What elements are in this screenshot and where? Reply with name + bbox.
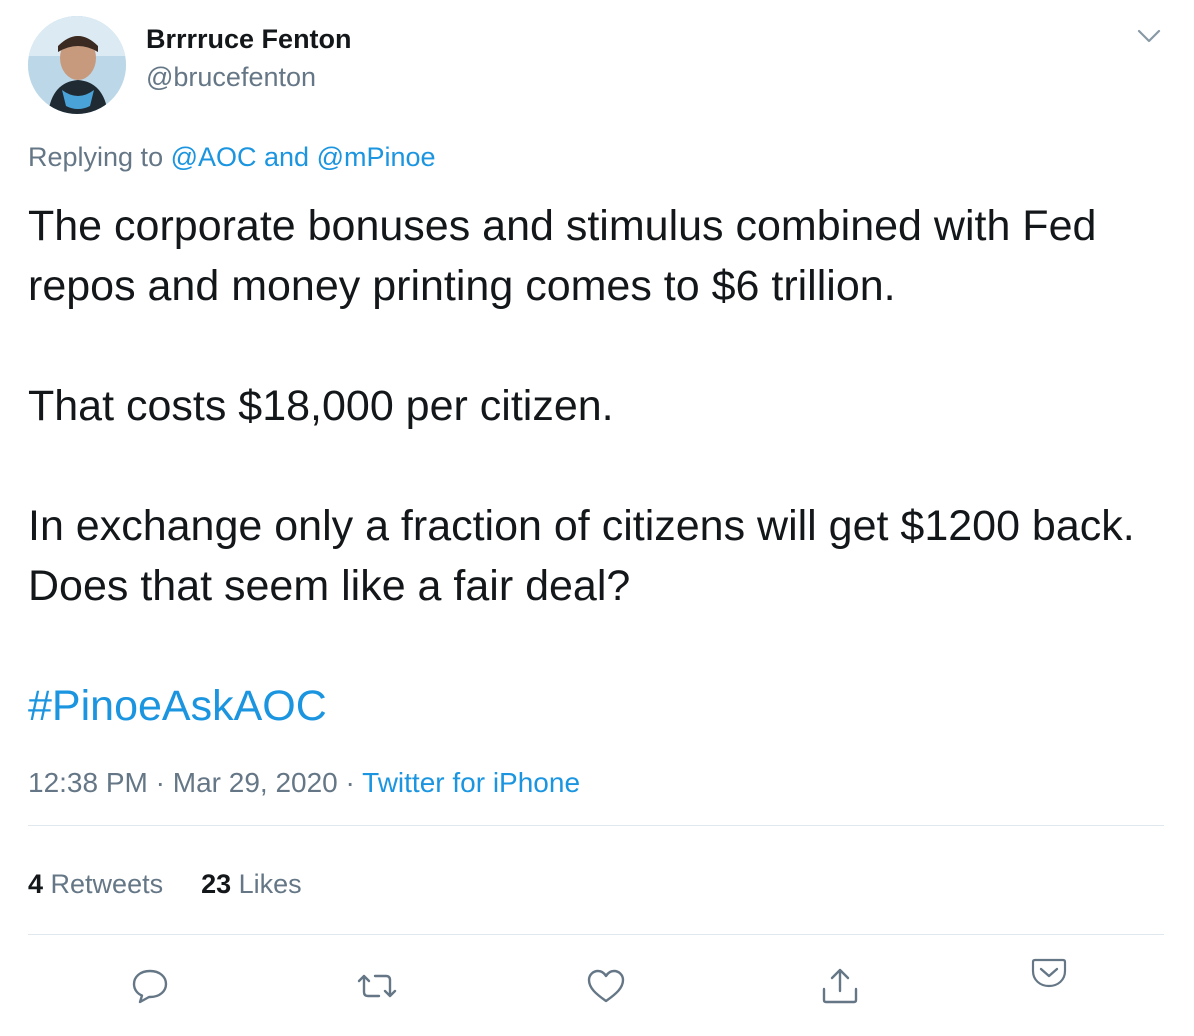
tweet-text: The corporate bonuses and stimulus combi… (28, 196, 1158, 796)
reply-button[interactable] (128, 964, 172, 1008)
author-name[interactable]: Brrrruce Fenton (146, 24, 352, 55)
likes-count: 23 (201, 869, 232, 899)
mention-mpinoe[interactable]: @mPinoe (317, 142, 436, 172)
retweet-icon (357, 974, 397, 998)
likes-stat[interactable]: 23 Likes (201, 869, 302, 899)
mention-aoc[interactable]: @AOC (171, 142, 257, 172)
author-handle[interactable]: @brucefenton (146, 62, 316, 93)
pocket-icon (1031, 958, 1067, 988)
replying-prefix: Replying to (28, 142, 171, 172)
replying-to: Replying to @AOC and @mPinoe (28, 142, 436, 173)
tweet-stats: 4 Retweets 23 Likes (28, 869, 340, 900)
tweet-source-link[interactable]: Twitter for iPhone (362, 767, 580, 798)
avatar-image (28, 16, 126, 114)
meta-separator: · (147, 767, 173, 798)
share-icon (822, 968, 858, 1004)
retweet-button[interactable] (355, 964, 399, 1008)
retweets-stat[interactable]: 4 Retweets (28, 869, 163, 899)
chevron-down-icon[interactable] (1134, 24, 1164, 48)
hashtag-link[interactable]: #PinoeAskAOC (28, 682, 327, 730)
replying-conjunction: and (256, 142, 317, 172)
like-button[interactable] (584, 964, 628, 1008)
tweet-card: Brrrruce Fenton @brucefenton Replying to… (0, 0, 1194, 1036)
divider (28, 825, 1164, 826)
tweet-paragraph: That costs $18,000 per citizen. (28, 382, 614, 430)
tweet-paragraph: The corporate bonuses and stimulus combi… (28, 202, 1109, 310)
share-button[interactable] (818, 964, 862, 1008)
reply-icon (132, 969, 168, 1004)
heart-icon (587, 969, 625, 1003)
tweet-paragraph: In exchange only a fraction of citizens … (28, 502, 1159, 610)
divider (28, 934, 1164, 935)
retweets-label: Retweets (43, 869, 164, 899)
tweet-date[interactable]: Mar 29, 2020 (173, 767, 338, 798)
likes-label: Likes (231, 869, 302, 899)
pocket-button[interactable] (1030, 956, 1068, 990)
tweet-time[interactable]: 12:38 PM (28, 767, 148, 798)
meta-separator: · (337, 767, 363, 798)
avatar[interactable] (28, 16, 126, 114)
retweets-count: 4 (28, 869, 44, 899)
tweet-meta: 12:38 PM · Mar 29, 2020 · Twitter for iP… (28, 767, 580, 799)
